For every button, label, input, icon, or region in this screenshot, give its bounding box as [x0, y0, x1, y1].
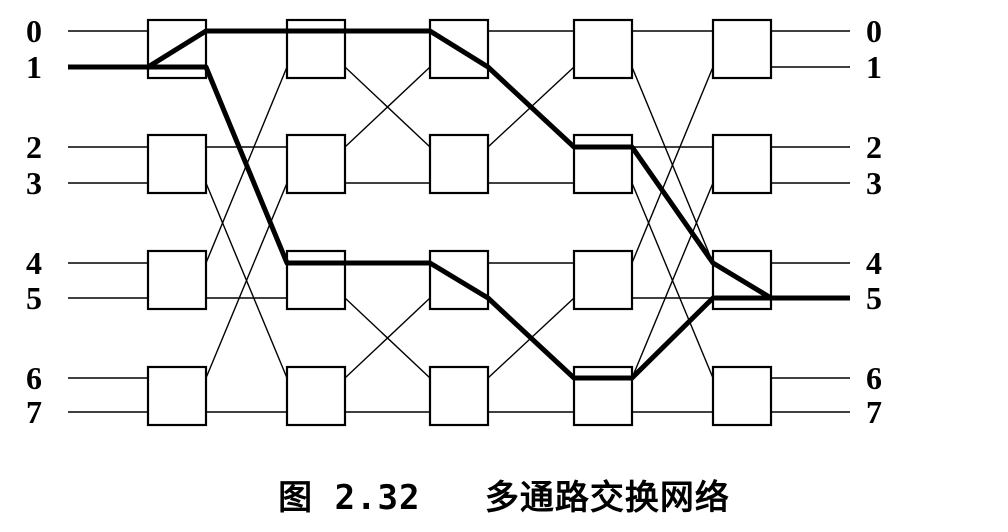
switch-s5-r2	[711, 133, 773, 195]
output-label-3: 3	[866, 165, 882, 201]
highlighted-path-lower	[148, 64, 771, 381]
switch-s3-r4	[428, 365, 490, 427]
figure-number: 图 2.32	[278, 478, 421, 518]
highlighted-path-upper	[68, 28, 850, 301]
switch-s2-r4	[285, 365, 347, 427]
switch-s4-r3	[572, 249, 634, 311]
input-label-7: 7	[26, 394, 42, 430]
input-label-1: 1	[26, 49, 42, 85]
input-label-3: 3	[26, 165, 42, 201]
output-label-0: 0	[866, 13, 882, 49]
switch-s2-r3	[285, 249, 347, 311]
input-label-5: 5	[26, 280, 42, 316]
switch-s1-r2	[146, 133, 208, 195]
output-label-7: 7	[866, 394, 882, 430]
switch-boxes	[146, 18, 773, 427]
output-label-6: 6	[866, 360, 882, 396]
highlighted-path	[68, 28, 850, 381]
output-label-1: 1	[866, 49, 882, 85]
io-lines	[68, 30, 850, 413]
figure-caption: 图 2.32 多通路交换网络	[0, 470, 1008, 519]
switch-s5-r1	[711, 18, 773, 80]
input-label-2: 2	[26, 129, 42, 165]
input-label-6: 6	[26, 360, 42, 396]
output-label-4: 4	[866, 245, 882, 281]
input-label-0: 0	[26, 13, 42, 49]
input-label-4: 4	[26, 245, 42, 281]
switch-s5-r4	[711, 365, 773, 427]
switch-s2-r2	[285, 133, 347, 195]
output-label-2: 2	[866, 129, 882, 165]
figure-title: 多通路交换网络	[484, 478, 730, 518]
switch-s1-r4	[146, 365, 208, 427]
switch-s3-r2	[428, 133, 490, 195]
switch-s1-r3	[146, 249, 208, 311]
multipath-switching-network-diagram: 0123456701234567	[26, 13, 882, 430]
interstage-links	[205, 30, 714, 413]
switch-s4-r1	[572, 18, 634, 80]
output-label-5: 5	[866, 280, 882, 316]
switch-s4-r2	[572, 133, 634, 195]
